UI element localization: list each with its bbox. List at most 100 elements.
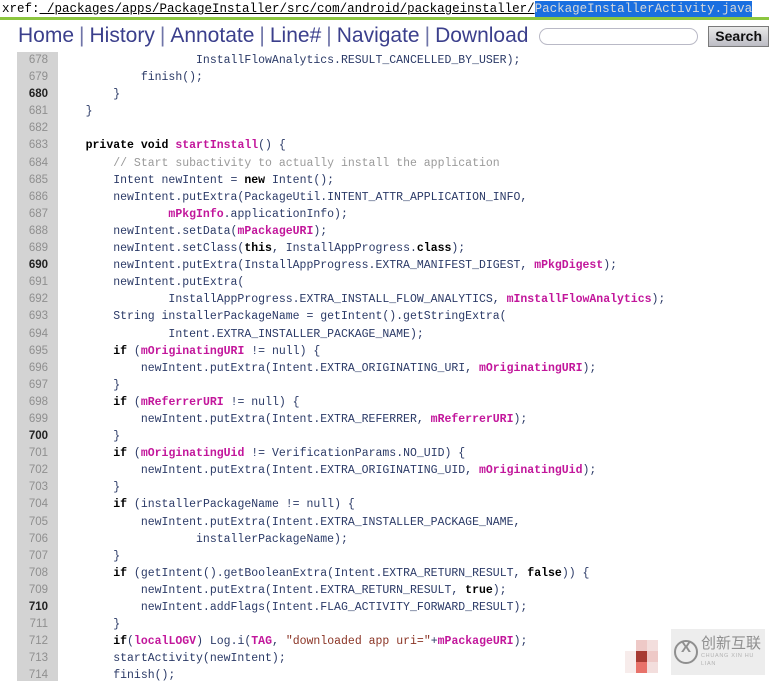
line-number[interactable]: 687 [0, 206, 58, 223]
nav-separator: | [79, 24, 85, 47]
code-token-str: "downloaded app uri=" [285, 635, 431, 649]
code-line: 704 if (installerPackageName != null) { [0, 496, 769, 513]
line-number[interactable]: 684 [0, 155, 58, 172]
code-token-plain: newIntent.putExtra(Intent.EXTRA_ORIGINAT… [58, 361, 479, 375]
code-line: 697 } [0, 377, 769, 394]
code-token-plain: .applicationInfo); [223, 207, 348, 221]
line-number[interactable]: 712 [0, 633, 58, 650]
code-token-plain: String installerPackageName = getIntent(… [58, 310, 507, 324]
code-token-plain: ); [513, 412, 528, 426]
line-number[interactable]: 688 [0, 223, 58, 240]
xref-selected-file[interactable]: PackageInstallerActivity.java [534, 1, 753, 17]
code-token-kw: if [113, 635, 128, 649]
code-line: 685 Intent newIntent = new Intent(); [0, 172, 769, 189]
line-number[interactable]: 679 [0, 69, 58, 86]
code-token-kw: if [113, 498, 128, 512]
line-number[interactable]: 680 [0, 86, 58, 103]
line-number[interactable]: 707 [0, 548, 58, 565]
code-text: if(localLOGV) Log.i(TAG, "downloaded app… [58, 635, 527, 648]
code-token-plain: } [58, 430, 121, 444]
line-number[interactable]: 694 [0, 326, 58, 343]
code-token-plain: Intent(); [265, 173, 335, 187]
code-token-kw: private void [85, 139, 176, 153]
code-token-plain: newIntent.putExtra(Intent.EXTRA_RETURN_R… [58, 583, 466, 597]
code-line: 712 if(localLOGV) Log.i(TAG, "downloaded… [0, 633, 769, 650]
code-text: newIntent.putExtra(Intent.EXTRA_INSTALLE… [58, 515, 521, 529]
code-token-plain: ( [127, 447, 141, 461]
line-number[interactable]: 713 [0, 650, 58, 667]
line-number[interactable]: 702 [0, 462, 58, 479]
code-token-kw: this [244, 242, 272, 256]
line-number[interactable]: 685 [0, 172, 58, 189]
nav-link-home[interactable]: Home [18, 24, 74, 48]
line-number[interactable]: 706 [0, 531, 58, 548]
nav-separator: | [259, 24, 265, 47]
code-token-plain: InstallFlowAnalytics.RESULT_CANCELLED_BY… [58, 54, 521, 67]
line-number[interactable]: 708 [0, 565, 58, 582]
code-text: newIntent.setClass(this, InstallAppProgr… [58, 242, 465, 255]
navigation-bar: Home | History | Annotate | Line# | Navi… [0, 20, 769, 52]
code-line: 703 } [0, 479, 769, 496]
code-token-plain: != null) { [244, 344, 321, 358]
code-line: 714 finish(); [0, 667, 769, 681]
code-token-plain: ); [582, 361, 597, 375]
code-token-plain: finish(); [58, 71, 203, 85]
nav-link-download[interactable]: Download [435, 24, 528, 48]
xref-path[interactable]: /packages/apps/PackageInstaller/src/com/… [40, 2, 535, 16]
code-token-kw: if [113, 395, 128, 409]
nav-link-annotate[interactable]: Annotate [170, 24, 254, 48]
line-number[interactable]: 693 [0, 308, 58, 325]
code-token-plain: newIntent.setData( [58, 224, 238, 238]
code-viewer[interactable]: 678 InstallFlowAnalytics.RESULT_CANCELLE… [0, 52, 769, 681]
code-token-plain: != null) { [223, 395, 300, 409]
line-number[interactable]: 714 [0, 667, 58, 681]
code-token-mem: mOriginatingUid [478, 464, 583, 478]
nav-separator: | [424, 24, 431, 47]
code-token-plain: startActivity(newIntent); [58, 652, 286, 666]
code-token-plain: newIntent.putExtra(PackageUtil.INTENT_AT… [58, 190, 528, 204]
line-number[interactable]: 692 [0, 291, 58, 308]
code-line: 711 } [0, 616, 769, 633]
code-text: finish(); [58, 71, 203, 84]
line-number[interactable]: 683 [0, 137, 58, 154]
search-input[interactable] [539, 27, 699, 45]
code-token-mem: mInstallFlowAnalytics [506, 293, 652, 307]
code-token-kw: false [527, 566, 562, 580]
line-number[interactable]: 691 [0, 274, 58, 291]
line-number[interactable]: 697 [0, 377, 58, 394]
line-number[interactable]: 711 [0, 616, 58, 633]
line-number[interactable]: 681 [0, 103, 58, 120]
code-token-mem: startInstall [175, 139, 259, 153]
line-number[interactable]: 698 [0, 394, 58, 411]
line-number[interactable]: 678 [0, 52, 58, 69]
nav-link-history[interactable]: History [90, 24, 155, 48]
line-number[interactable]: 700 [0, 428, 58, 445]
code-token-plain: Intent.EXTRA_INSTALLER_PACKAGE_NAME); [58, 327, 424, 341]
line-number[interactable]: 682 [0, 120, 58, 137]
line-number[interactable]: 686 [0, 189, 58, 206]
nav-link-navigate[interactable]: Navigate [337, 24, 420, 48]
line-number[interactable]: 701 [0, 445, 58, 462]
search-button[interactable]: Search [708, 25, 769, 47]
line-number[interactable]: 710 [0, 599, 58, 616]
code-token-plain: newIntent.putExtra(Intent.EXTRA_INSTALLE… [58, 515, 521, 529]
line-number[interactable]: 709 [0, 582, 58, 599]
line-number[interactable]: 689 [0, 240, 58, 257]
line-number[interactable]: 699 [0, 411, 58, 428]
nav-link-line-number[interactable]: Line# [270, 24, 321, 48]
code-token-plain: } [58, 549, 121, 563]
xref-path-bar: xref: /packages/apps/PackageInstaller/sr… [0, 0, 769, 20]
line-number[interactable]: 695 [0, 343, 58, 360]
code-line: 700 } [0, 428, 769, 445]
line-number[interactable]: 690 [0, 257, 58, 274]
line-number[interactable]: 704 [0, 496, 58, 513]
line-number[interactable]: 696 [0, 360, 58, 377]
line-number[interactable]: 703 [0, 479, 58, 496]
line-number[interactable]: 705 [0, 514, 58, 531]
code-token-plain: ); [313, 224, 328, 238]
